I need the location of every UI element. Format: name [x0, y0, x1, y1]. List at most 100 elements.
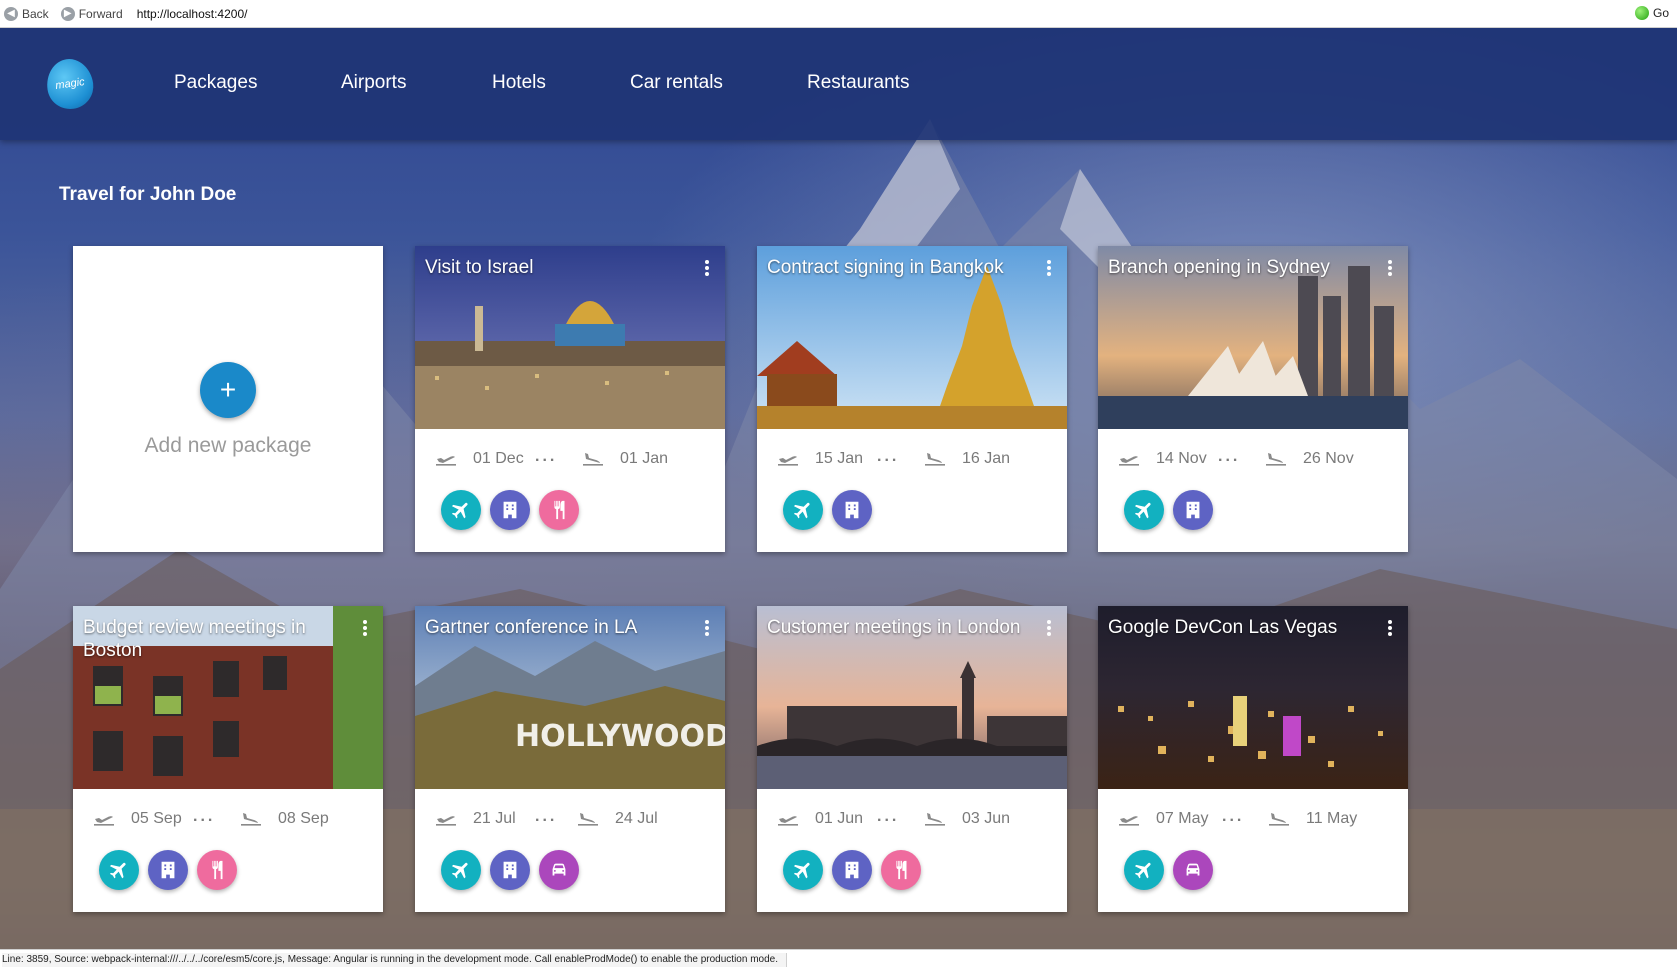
browser-toolbar: ◀ Back ▶ Forward http://localhost:4200/ …	[0, 0, 1677, 28]
package-card-la[interactable]: HOLLYWOOD Gartner conference in LA 21 Ju…	[415, 606, 725, 912]
package-title: Google DevCon Las Vegas	[1108, 617, 1338, 638]
hollywood-sign-text: HOLLYWOOD	[515, 719, 725, 754]
nav-restaurants[interactable]: Restaurants	[807, 72, 909, 94]
return-date: 03 Jun	[962, 810, 1011, 827]
nav-hotels[interactable]: Hotels	[492, 72, 546, 94]
depart-date: 01 Jun	[815, 810, 864, 827]
browser-status-bar: Line: 3859, Source: webpack-internal:///…	[0, 949, 1677, 969]
hotel-service-button[interactable]	[490, 490, 530, 530]
package-card-sydney[interactable]: Branch opening in Sydney 14 Nov ... 26 N…	[1098, 246, 1408, 552]
car-icon	[552, 863, 566, 876]
takeoff-icon	[1119, 816, 1139, 826]
package-title: Branch opening in Sydney	[1108, 257, 1330, 278]
hotel-service-button[interactable]	[832, 850, 872, 890]
airplane-icon	[451, 502, 468, 519]
restaurant-icon	[212, 860, 223, 880]
flight-service-button[interactable]	[441, 850, 481, 890]
restaurant-icon	[554, 500, 565, 520]
package-card-bangkok[interactable]: Contract signing in Bangkok 15 Jan ... 1…	[757, 246, 1067, 552]
package-card-las-vegas[interactable]: Google DevCon Las Vegas 07 May ... 11 Ma…	[1098, 606, 1408, 912]
flight-service-button[interactable]	[1124, 490, 1164, 530]
package-card-boston[interactable]: Budget review meetings in Boston 05 Sep …	[73, 606, 383, 912]
page-title: Travel for John Doe	[59, 184, 237, 205]
depart-date: 14 Nov	[1156, 450, 1207, 467]
package-menu-icon[interactable]	[361, 618, 369, 638]
flight-service-button[interactable]	[441, 490, 481, 530]
depart-date: 21 Jul	[473, 810, 516, 827]
nav-car-rentals[interactable]: Car rentals	[630, 72, 723, 94]
takeoff-icon	[1119, 456, 1139, 466]
date-separator: ...	[535, 808, 558, 825]
car-service-button[interactable]	[1173, 850, 1213, 890]
add-package-button[interactable]: +	[200, 362, 256, 418]
landing-icon	[241, 813, 261, 826]
hotel-icon	[503, 861, 517, 879]
restaurant-service-button[interactable]	[539, 490, 579, 530]
package-menu-icon[interactable]	[1386, 258, 1394, 278]
landing-icon	[1266, 453, 1286, 466]
flight-service-button[interactable]	[783, 850, 823, 890]
go-icon	[1634, 6, 1649, 20]
logo-text: magic	[54, 76, 86, 92]
hotel-icon	[845, 501, 859, 519]
go-button[interactable]: Go	[1634, 6, 1669, 20]
app-root: magic Packages Airports Hotels Car renta…	[0, 28, 1677, 949]
package-dates: 14 Nov ... 26 Nov	[1118, 448, 1398, 470]
package-dates: 15 Jan ... 16 Jan	[777, 448, 1057, 470]
restaurant-service-button[interactable]	[197, 850, 237, 890]
hotel-service-button[interactable]	[490, 850, 530, 890]
restaurant-service-button[interactable]	[881, 850, 921, 890]
nav-packages[interactable]: Packages	[174, 72, 257, 94]
package-menu-icon[interactable]	[703, 618, 711, 638]
forward-arrow-icon: ▶	[60, 6, 75, 21]
magic-logo[interactable]: magic	[43, 56, 97, 112]
flight-service-button[interactable]	[1124, 850, 1164, 890]
flight-service-button[interactable]	[99, 850, 139, 890]
flight-service-button[interactable]	[783, 490, 823, 530]
package-title: Budget review meetings in Boston	[83, 617, 306, 661]
address-bar[interactable]: http://localhost:4200/	[137, 7, 248, 21]
go-label: Go	[1652, 6, 1669, 20]
date-separator: ...	[535, 448, 558, 465]
restaurant-icon	[896, 860, 907, 880]
car-icon	[1186, 863, 1200, 876]
takeoff-icon	[778, 456, 798, 466]
nav-airports[interactable]: Airports	[341, 72, 406, 94]
return-date: 01 Jan	[620, 450, 669, 467]
back-button[interactable]: ◀ Back	[4, 6, 49, 21]
car-service-button[interactable]	[539, 850, 579, 890]
package-menu-icon[interactable]	[1045, 618, 1053, 638]
takeoff-icon	[436, 816, 456, 826]
package-card-israel[interactable]: Visit to Israel 01 Dec ... 01 Jan	[415, 246, 725, 552]
date-separator: ...	[1222, 808, 1245, 825]
hotel-icon	[1186, 501, 1200, 519]
add-package-card[interactable]: + Add new package	[73, 246, 383, 552]
takeoff-icon	[436, 456, 456, 466]
package-title: Contract signing in Bangkok	[767, 257, 1004, 278]
date-separator: ...	[877, 808, 900, 825]
console-message: Line: 3859, Source: webpack-internal:///…	[2, 953, 787, 967]
landing-icon	[1269, 813, 1289, 826]
depart-date: 15 Jan	[815, 450, 864, 467]
depart-date: 01 Dec	[473, 450, 524, 467]
package-menu-icon[interactable]	[703, 258, 711, 278]
back-label: Back	[22, 6, 49, 21]
hotel-service-button[interactable]	[148, 850, 188, 890]
hotel-service-button[interactable]	[832, 490, 872, 530]
add-package-label[interactable]: Add new package	[73, 434, 383, 458]
hotel-service-button[interactable]	[1173, 490, 1213, 530]
date-separator: ...	[1218, 448, 1241, 465]
package-menu-icon[interactable]	[1386, 618, 1394, 638]
forward-button[interactable]: ▶ Forward	[60, 6, 123, 21]
package-card-london[interactable]: Customer meetings in London 01 Jun ... 0…	[757, 606, 1067, 912]
package-dates: 05 Sep ... 08 Sep	[93, 808, 373, 830]
airplane-icon	[1134, 502, 1151, 519]
package-title: Customer meetings in London	[767, 617, 1021, 638]
return-date: 26 Nov	[1303, 450, 1354, 467]
landing-icon	[925, 813, 945, 826]
package-menu-icon[interactable]	[1045, 258, 1053, 278]
airplane-icon	[793, 862, 810, 879]
hotel-icon	[845, 861, 859, 879]
date-separator: ...	[193, 808, 216, 825]
package-dates: 07 May ... 11 May	[1118, 808, 1398, 830]
